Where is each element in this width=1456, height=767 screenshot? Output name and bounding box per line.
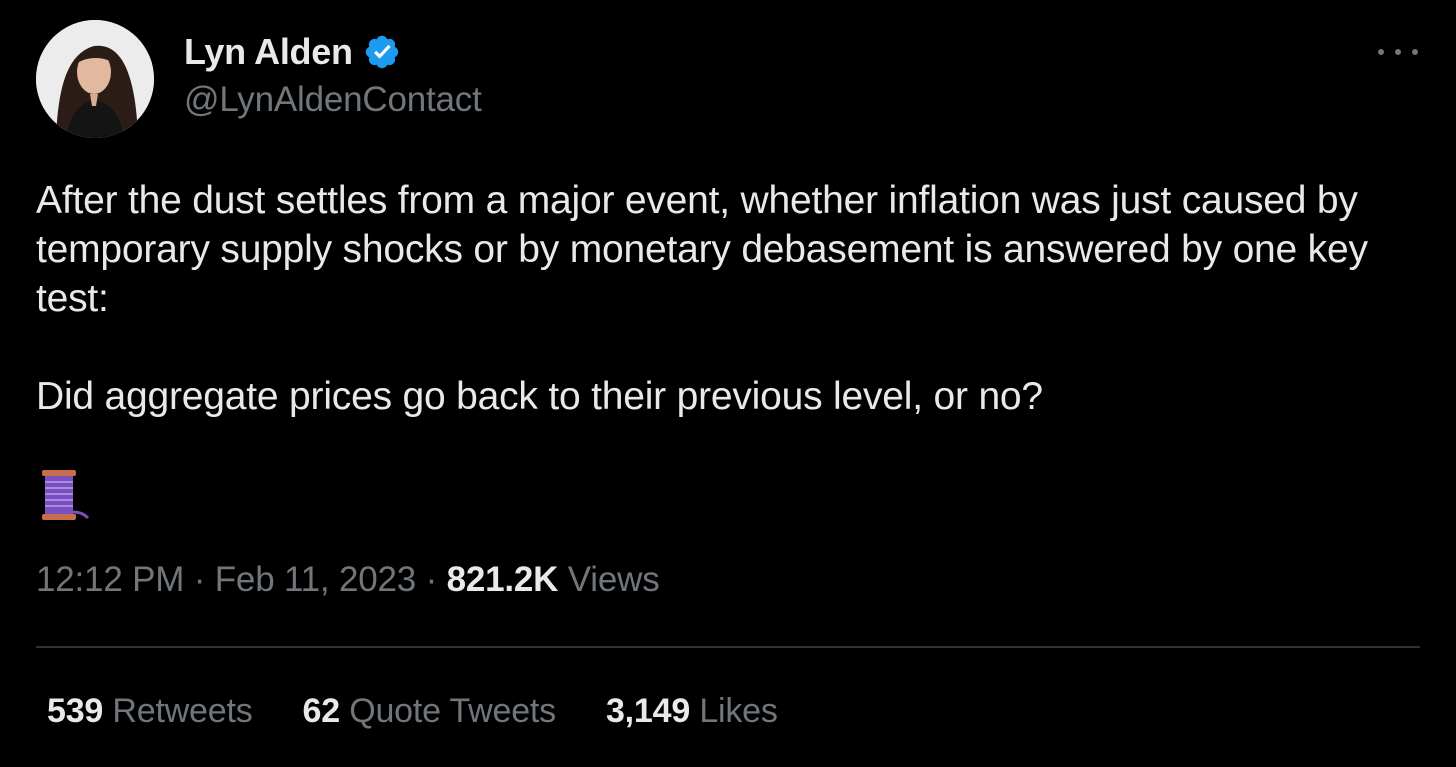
tweet-metadata: 12:12 PM · Feb 11, 2023 · 821.2K Views bbox=[36, 560, 660, 600]
retweets-label: Retweets bbox=[112, 692, 253, 730]
spool-of-thread-icon bbox=[42, 470, 90, 520]
author-handle[interactable]: @LynAldenContact bbox=[184, 80, 482, 120]
tweet-text: After the dust settles from a major even… bbox=[36, 176, 1416, 421]
profile-photo bbox=[36, 20, 154, 138]
tweet-paragraph: Did aggregate prices go back to their pr… bbox=[36, 375, 1043, 418]
retweets-count: 539 bbox=[47, 692, 104, 730]
author-display-name[interactable]: Lyn Alden bbox=[184, 31, 353, 73]
likes-count: 3,149 bbox=[605, 692, 691, 730]
more-options-button[interactable] bbox=[1378, 40, 1418, 64]
tweet-time[interactable]: 12:12 PM bbox=[36, 560, 184, 599]
likes-link[interactable]: 3,149 Likes bbox=[606, 692, 778, 731]
more-horizontal-icon bbox=[1395, 49, 1401, 55]
engagement-stats: 539 Retweets 62 Quote Tweets 3,149 Likes bbox=[47, 692, 828, 731]
quote-tweets-label: Quote Tweets bbox=[349, 692, 556, 730]
tweet-date[interactable]: Feb 11, 2023 bbox=[215, 560, 416, 599]
quote-tweets-link[interactable]: 62 Quote Tweets bbox=[302, 692, 557, 731]
quote-tweets-count: 62 bbox=[302, 692, 341, 730]
avatar[interactable] bbox=[36, 20, 154, 138]
tweet-paragraph: After the dust settles from a major even… bbox=[36, 179, 1368, 320]
more-horizontal-icon bbox=[1378, 49, 1384, 55]
likes-label: Likes bbox=[699, 692, 778, 730]
retweets-link[interactable]: 539 Retweets bbox=[47, 692, 253, 731]
more-horizontal-icon bbox=[1412, 49, 1418, 55]
separator-dot: · bbox=[193, 560, 206, 599]
author-row: Lyn Alden bbox=[184, 30, 401, 74]
divider bbox=[36, 646, 1420, 648]
views-count: 821.2K bbox=[446, 560, 559, 599]
verified-badge-icon bbox=[365, 35, 398, 69]
separator-dot: · bbox=[425, 560, 438, 599]
views-label: Views bbox=[567, 560, 660, 599]
